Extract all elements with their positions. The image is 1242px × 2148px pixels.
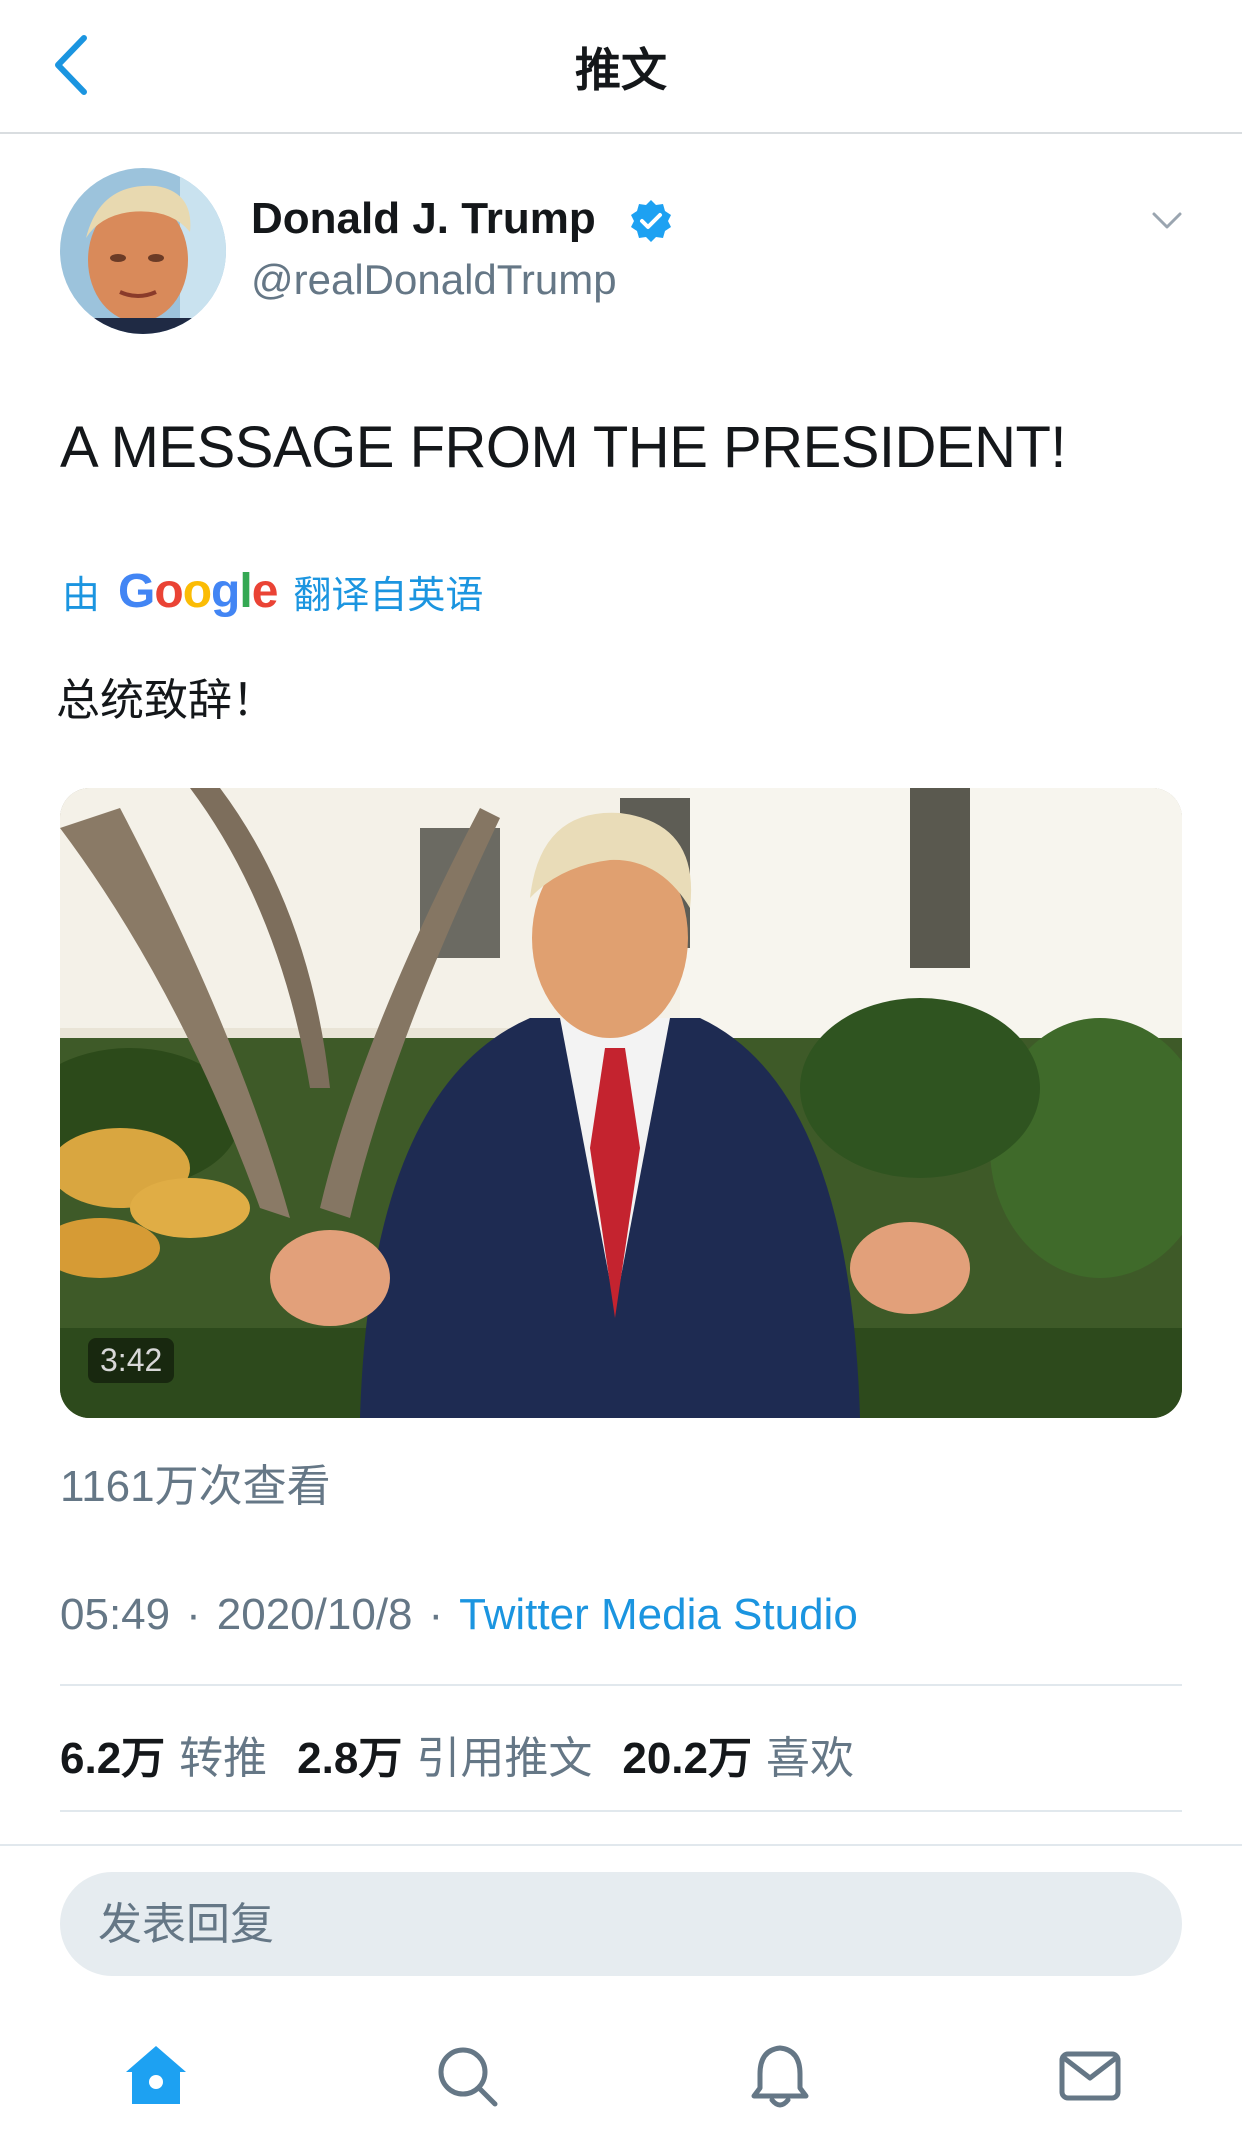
video-thumbnail [60,788,1182,1418]
retweet-count[interactable]: 6.2万 [60,1722,165,1786]
reply-box[interactable] [60,1872,1182,1978]
quote-count[interactable]: 2.8万 [297,1722,402,1786]
tweet-time: 05:49 [60,1590,171,1639]
like-count[interactable]: 20.2万 [622,1722,752,1786]
tweet-stats: 6.2万 转推 2.8万 引用推文 20.2万 喜欢 [60,1722,884,1786]
chevron-down-icon[interactable] [1150,204,1184,238]
video-duration: 3:42 [88,1338,175,1383]
translation-note: 翻译自英语 [293,575,484,617]
divider [60,1684,1182,1686]
messages-icon[interactable] [1054,2040,1126,2112]
search-icon[interactable] [431,2040,503,2112]
meta-separator: · [428,1590,444,1639]
page-title: 推文 [575,44,667,96]
translation-attribution[interactable]: 由 Google 翻译自英语 [62,564,483,619]
author-name[interactable]: Donald J. Trump [251,194,596,244]
tweet-date: 2020/10/8 [216,1590,413,1639]
google-logo: Google [118,565,278,618]
reply-input[interactable] [96,1872,1140,1978]
tweet-text: A MESSAGE FROM THE PRESIDENT! [60,415,1067,480]
divider [0,1844,1242,1846]
translated-text: 总统致辞！ [56,676,276,725]
verified-icon [631,200,671,242]
tweet-source-link[interactable]: Twitter Media Studio [459,1590,858,1639]
tweet-meta: 05:49 · 2020/10/8 · Twitter Media Studio [60,1590,858,1640]
video-player[interactable] [60,788,1182,1418]
top-bar: 推文 [0,0,1242,134]
avatar[interactable] [60,168,226,334]
quote-label[interactable]: 引用推文 [416,1722,592,1786]
home-icon[interactable] [120,2040,192,2112]
notifications-icon[interactable] [744,2040,816,2112]
retweet-label[interactable]: 转推 [179,1722,267,1786]
meta-separator: · [186,1590,201,1639]
translation-by: 由 [62,575,101,617]
avatar-image [60,168,226,334]
view-count: 1161万次查看 [60,1462,331,1511]
divider [60,1810,1182,1812]
like-label[interactable]: 喜欢 [766,1722,854,1786]
author-handle[interactable]: @realDonaldTrump [251,256,617,304]
